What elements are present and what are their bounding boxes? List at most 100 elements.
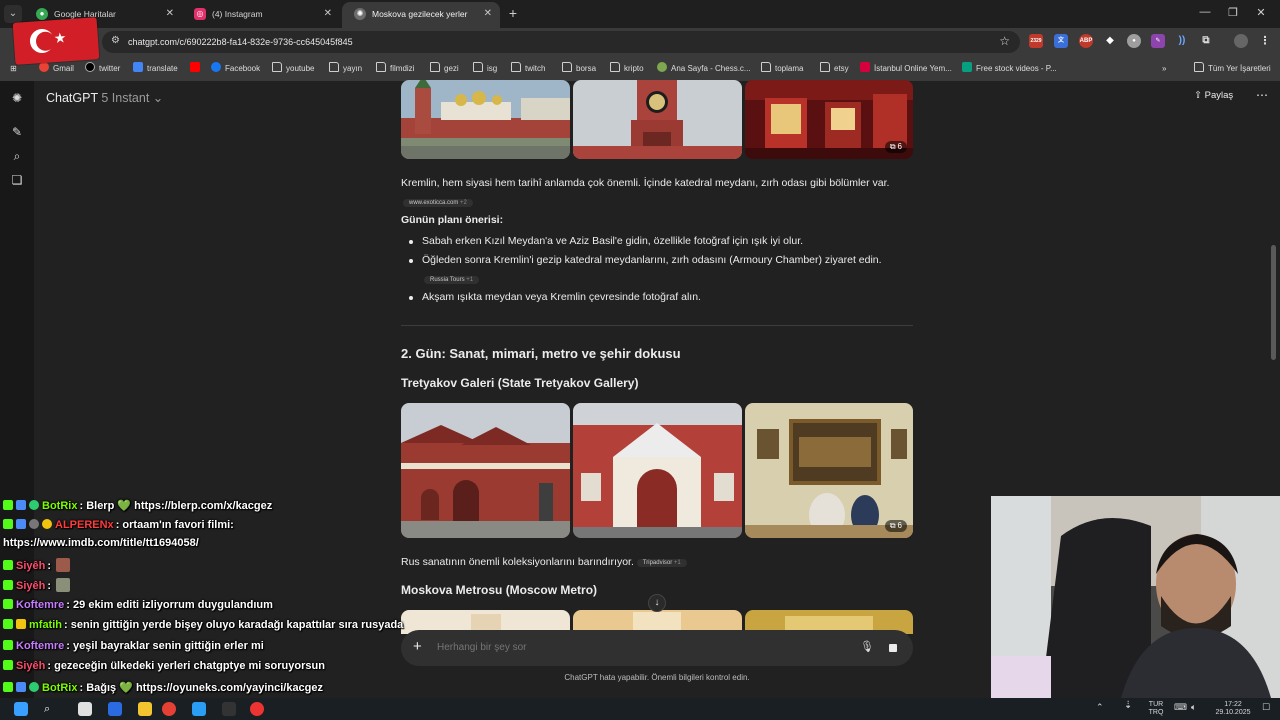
extension-icon[interactable]: ●: [1127, 34, 1141, 48]
chatgpt-logo-icon[interactable]: ✺: [9, 90, 25, 106]
citation-chip[interactable]: Tripadvisor +1: [636, 559, 687, 567]
bookmark-translate[interactable]: translate: [133, 62, 178, 76]
citation-chip[interactable]: www.exoticca.com +2: [403, 196, 473, 208]
kick-badge-icon: [3, 640, 13, 650]
bookmark-folder-gezi[interactable]: gezi: [430, 62, 459, 76]
tretyakov-facade-image[interactable]: [401, 403, 570, 538]
image-count: 6: [897, 142, 902, 151]
bookmark-youtube[interactable]: [190, 62, 204, 76]
bookmark-label: borsa: [576, 64, 597, 73]
bookmark-twitter[interactable]: twitter: [85, 62, 120, 76]
bookmark-folder-twitch[interactable]: twitch: [511, 62, 545, 76]
notification-icon[interactable]: ☐: [1262, 703, 1270, 712]
download-icon[interactable]: ⇣: [1124, 701, 1132, 711]
app-icon[interactable]: [192, 702, 206, 716]
extension-icon[interactable]: )): [1175, 34, 1189, 48]
folder-icon: [473, 62, 483, 72]
close-icon[interactable]: ✕: [324, 2, 332, 26]
bookmark-folder-isg[interactable]: isg: [473, 62, 497, 76]
tretyakov-interior-image[interactable]: ⧉ 6: [745, 403, 913, 538]
bookmark-folder-filmdizi[interactable]: filmdizi: [376, 62, 414, 76]
plus-icon[interactable]: +: [505, 5, 521, 21]
citation-chip[interactable]: Russia Tours +1: [424, 273, 480, 285]
app-icon[interactable]: [108, 702, 122, 716]
task-view-icon[interactable]: [78, 702, 92, 716]
minimize-icon[interactable]: —: [1198, 6, 1212, 18]
windows-icon[interactable]: [14, 702, 28, 716]
image-count-badge[interactable]: ⧉ 6: [884, 520, 907, 532]
bookmark-pexels[interactable]: Free stock videos - P...: [962, 62, 1057, 76]
kick-badge-icon: [3, 619, 13, 629]
address-bar[interactable]: ⚙ chatgpt.com/c/690222b8-fa14-832e-9736-…: [102, 31, 1020, 53]
webcam-overlay: [991, 496, 1280, 698]
adblock-icon[interactable]: ABP: [1079, 34, 1093, 48]
chevron-up-icon[interactable]: ⌃: [1096, 703, 1104, 712]
puzzle-icon[interactable]: ⧉: [1199, 34, 1213, 48]
tab-menu-icon[interactable]: ⌄: [4, 5, 22, 23]
bookmark-yemeksepeti[interactable]: İstanbul Online Yem...: [860, 62, 952, 76]
language-indicator[interactable]: TUR TRQ: [1146, 701, 1166, 717]
chat-username: Koftemre: [16, 640, 65, 652]
bookmark-folder-youtube[interactable]: youtube: [272, 62, 314, 76]
close-icon[interactable]: ✕: [166, 2, 174, 26]
site-info-icon[interactable]: ⚙: [111, 35, 120, 46]
time: 17:22: [1224, 701, 1242, 708]
bookmark-gmail[interactable]: Gmail: [39, 62, 74, 76]
kick-badge-icon: [3, 682, 13, 692]
bookmark-folder-kripto[interactable]: kripto: [610, 62, 644, 76]
extension-badge[interactable]: 2329: [1029, 34, 1043, 48]
page-scrollbar[interactable]: [1271, 245, 1276, 360]
bookmark-folder-yayin[interactable]: yayın: [329, 62, 362, 76]
app-icon[interactable]: [222, 702, 236, 716]
stop-icon[interactable]: [883, 638, 903, 658]
extension-icon[interactable]: ✎: [1151, 34, 1165, 48]
file-explorer-icon[interactable]: [138, 702, 152, 716]
search-icon[interactable]: ⌕: [44, 702, 58, 716]
folder-icon: [1194, 62, 1204, 72]
all-bookmarks-button[interactable]: Tüm Yer İşaretleri: [1194, 62, 1271, 76]
search-icon[interactable]: ⌕: [9, 148, 25, 164]
model-selector[interactable]: ChatGPT 5 Instant ⌄: [46, 90, 163, 105]
close-window-icon[interactable]: ✕: [1254, 6, 1268, 19]
obs-icon[interactable]: [250, 702, 264, 716]
tretyakov-entrance-image[interactable]: [573, 403, 742, 538]
bookmarks-overflow-button[interactable]: »: [1162, 62, 1166, 76]
mic-icon[interactable]: 🎙︎: [860, 640, 874, 653]
star-icon[interactable]: ☆: [999, 34, 1010, 48]
plus-icon[interactable]: +: [413, 638, 422, 656]
kremlin-wall-image[interactable]: [401, 80, 570, 159]
share-button[interactable]: ⇪ Paylaş: [1194, 90, 1233, 101]
chat-text: gezeceğin ülkedeki yerleri chatgptye mi …: [54, 660, 325, 672]
kick-badge-icon: [3, 580, 13, 590]
armoury-chamber-image[interactable]: ⧉ 6: [745, 80, 913, 159]
clock[interactable]: 17:22 29.10.2025: [1208, 701, 1258, 717]
prompt-input[interactable]: [437, 630, 837, 666]
more-icon[interactable]: ⋯: [1256, 88, 1268, 102]
kick-badge-icon: [3, 519, 13, 529]
new-chat-icon[interactable]: ✎: [9, 124, 25, 140]
x-icon: [85, 62, 95, 72]
tab-chatgpt-active[interactable]: ✺ Moskova gezilecek yerler ✕: [342, 2, 500, 28]
diamond-extension-icon[interactable]: ◆: [1103, 34, 1117, 48]
avatar[interactable]: [1234, 34, 1248, 48]
spasskaya-tower-image[interactable]: [573, 80, 742, 159]
volume-icon[interactable]: 🔈︎: [1191, 703, 1196, 712]
translate-extension-icon[interactable]: 文: [1054, 34, 1068, 48]
bookmark-label: youtube: [286, 64, 315, 73]
network-icon[interactable]: ⌨: [1174, 703, 1187, 712]
maximize-icon[interactable]: ❐: [1226, 6, 1240, 19]
folder-icon: [329, 62, 339, 72]
bookmark-facebook[interactable]: Facebook: [211, 62, 260, 76]
tab-instagram[interactable]: ◎ (4) Instagram ✕: [182, 2, 340, 28]
library-icon[interactable]: ❏: [9, 172, 25, 188]
screen: ⌄ ● Google Haritalar ✕ ◎ (4) Instagram ✕…: [0, 0, 1280, 720]
close-icon[interactable]: ✕: [484, 2, 492, 26]
bookmark-folder-etsy[interactable]: etsy: [820, 62, 849, 76]
bookmark-folder-borsa[interactable]: borsa: [562, 62, 596, 76]
image-count-badge[interactable]: ⧉ 6: [884, 141, 907, 153]
chrome-icon[interactable]: [162, 702, 176, 716]
bookmark-folder-toplama[interactable]: toplama: [761, 62, 803, 76]
more-icon[interactable]: ⋮: [1258, 34, 1272, 48]
arrow-down-icon[interactable]: ↓: [648, 594, 666, 612]
bookmark-chess[interactable]: Ana Sayfa - Chess.c...: [657, 62, 751, 76]
